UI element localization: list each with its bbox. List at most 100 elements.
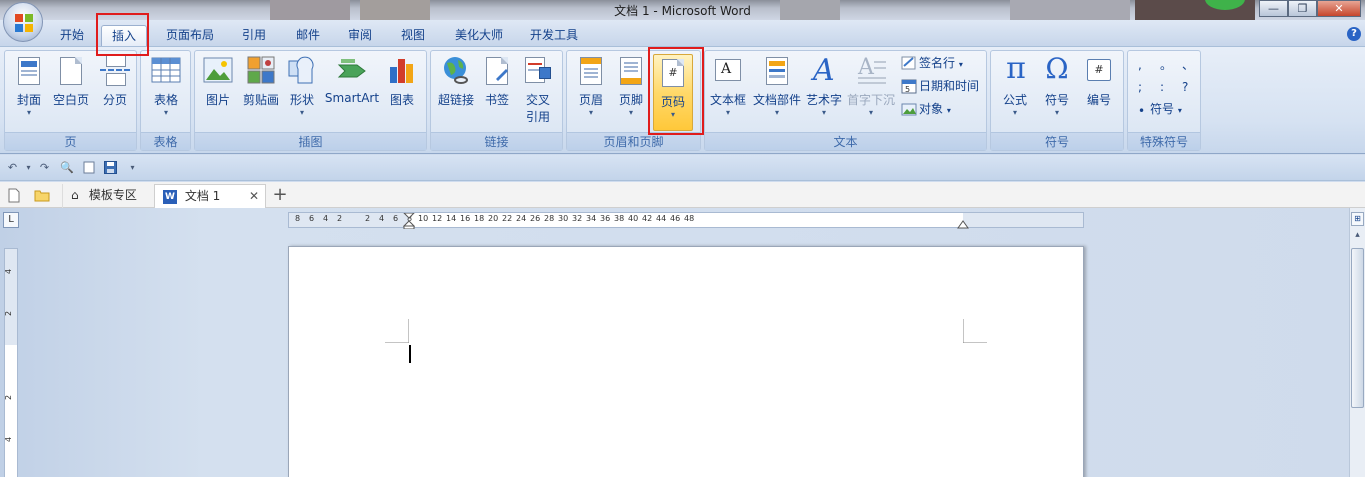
- group-page: 封面 ▾ 空白页 分页 页: [4, 50, 137, 151]
- chevron-down-icon: ▾: [628, 108, 633, 117]
- tab-references[interactable]: 引用: [234, 25, 274, 47]
- tab-view[interactable]: 视图: [393, 25, 433, 47]
- help-icon[interactable]: ?: [1347, 27, 1361, 41]
- datetime-button[interactable]: 5 日期和时间: [901, 76, 979, 96]
- scrollbar-thumb[interactable]: [1351, 248, 1364, 408]
- tab-page-layout[interactable]: 页面布局: [158, 25, 222, 47]
- chevron-down-icon[interactable]: ▾: [22, 161, 35, 174]
- tab-review[interactable]: 审阅: [340, 25, 380, 47]
- tab-insert[interactable]: 插入: [101, 25, 147, 47]
- ruler-tick-label: 44: [656, 214, 667, 223]
- object-button[interactable]: 对象 ▾: [901, 99, 951, 119]
- ruler-tick-label: 4: [379, 214, 385, 223]
- ruler-tick-label: 4: [4, 436, 14, 443]
- new-document-icon[interactable]: [82, 161, 95, 174]
- smartart-button[interactable]: SmartArt: [323, 55, 381, 105]
- restore-icon[interactable]: ❐: [1288, 0, 1317, 17]
- save-icon[interactable]: [104, 161, 117, 174]
- blank-page-icon: [56, 55, 86, 87]
- textbox-icon: A: [713, 55, 743, 87]
- clipart-button[interactable]: 剪贴画: [239, 55, 283, 108]
- office-button[interactable]: [3, 2, 43, 42]
- close-tab-icon[interactable]: ✕: [249, 185, 259, 207]
- indent-marker-icon[interactable]: [403, 213, 415, 229]
- tab-templates[interactable]: ⌂ 模板专区: [62, 184, 152, 208]
- scroll-up-icon[interactable]: ▴: [1351, 230, 1364, 244]
- ruler-toggle-icon[interactable]: ⊞: [1351, 212, 1364, 226]
- undo-icon[interactable]: ↶: [6, 161, 19, 174]
- ruler-tick-label: 24: [516, 214, 527, 223]
- numbering-icon: #: [1084, 55, 1114, 87]
- redo-icon[interactable]: ↷: [38, 161, 51, 174]
- print-preview-icon[interactable]: 🔍: [60, 161, 74, 174]
- chart-button[interactable]: 图表: [385, 55, 419, 108]
- chevron-down-icon: ▾: [958, 60, 963, 69]
- ruler-tick-label: 4: [323, 214, 329, 223]
- special-char-comma[interactable]: ,: [1138, 55, 1142, 75]
- tab-home[interactable]: 开始: [52, 25, 92, 47]
- window-title: 文档 1 - Microsoft Word: [614, 4, 751, 18]
- header-button[interactable]: 页眉 ▾: [573, 55, 609, 118]
- minimize-icon[interactable]: —: [1259, 0, 1288, 17]
- title-bar: 文档 1 - Microsoft Word — ❐ ✕: [0, 0, 1365, 20]
- new-tab-button[interactable]: +: [270, 184, 290, 208]
- page-break-button[interactable]: 分页: [97, 55, 133, 108]
- tab-beautify[interactable]: 美化大师: [447, 25, 511, 47]
- picture-button[interactable]: 图片: [201, 55, 235, 108]
- bookmark-button[interactable]: 书签: [479, 55, 515, 108]
- vertical-ruler[interactable]: 42246: [4, 248, 18, 477]
- special-char-colon[interactable]: :: [1160, 77, 1164, 97]
- group-label-special-symbols: 特殊符号: [1128, 132, 1200, 150]
- ruler-tick-label: 48: [684, 214, 695, 223]
- tab-developer[interactable]: 开发工具: [522, 25, 586, 47]
- tab-stop-selector[interactable]: L: [3, 212, 19, 228]
- ruler-tick-label: 10: [418, 214, 429, 223]
- blank-page-button[interactable]: 空白页: [51, 55, 91, 108]
- equation-button[interactable]: π 公式 ▾: [997, 51, 1033, 118]
- chevron-down-icon: ▾: [588, 108, 593, 117]
- table-button[interactable]: 表格 ▾: [148, 55, 184, 118]
- ruler-tick-label: 2: [365, 214, 371, 223]
- vertical-scrollbar[interactable]: ⊞ ▴: [1349, 208, 1365, 477]
- shapes-button[interactable]: 形状 ▾: [285, 55, 319, 118]
- ruler-tick-label: 8: [295, 214, 301, 223]
- footer-icon: [616, 55, 646, 87]
- wordart-button[interactable]: A 艺术字 ▾: [803, 53, 845, 118]
- open-folder-icon[interactable]: [34, 184, 52, 208]
- footer-button[interactable]: 页脚 ▾: [613, 55, 649, 118]
- ruler-tick-label: 36: [600, 214, 611, 223]
- hyperlink-button[interactable]: 超链接: [434, 55, 478, 108]
- group-symbols: π 公式 ▾ Ω 符号 ▾ # 编号 符号: [990, 50, 1124, 151]
- signature-line-button[interactable]: 签名行 ▾: [901, 53, 963, 73]
- picture-icon: [203, 55, 233, 87]
- special-symbol-button[interactable]: • 符号 ▾: [1138, 99, 1182, 119]
- textbox-button[interactable]: A 文本框 ▾: [707, 55, 749, 118]
- chevron-down-icon: ▾: [821, 108, 826, 117]
- quick-parts-button[interactable]: 文档部件 ▾: [751, 55, 803, 118]
- dropcap-button[interactable]: A 首字下沉 ▾: [845, 55, 897, 118]
- horizontal-ruler[interactable]: 8 6 4 2 2 4 6 8 10 12 14 16 18 20 22 24 26 28 30 32 34 36 38 40…: [288, 212, 1084, 229]
- cover-icon: [14, 55, 44, 87]
- tab-mailings[interactable]: 邮件: [288, 25, 328, 47]
- page-number-button[interactable]: # 页码 ▾: [653, 54, 693, 131]
- special-char-enum-comma[interactable]: 、: [1182, 55, 1194, 75]
- ruler-tick-label: 6: [309, 214, 315, 223]
- crop-mark-top-right: [963, 319, 987, 343]
- cross-reference-button[interactable]: 交叉 引用: [519, 55, 557, 125]
- cover-button[interactable]: 封面 ▾: [11, 55, 47, 118]
- special-char-period[interactable]: 。: [1160, 55, 1172, 75]
- group-label-table: 表格: [141, 132, 190, 150]
- new-file-icon[interactable]: [8, 184, 24, 208]
- document-page[interactable]: [288, 246, 1084, 477]
- customize-toolbar-icon[interactable]: ▾: [126, 161, 139, 174]
- numbering-button[interactable]: # 编号: [1081, 55, 1117, 108]
- ruler-tick-label: 30: [558, 214, 569, 223]
- ruler-tick-label: 26: [530, 214, 541, 223]
- right-indent-marker-icon[interactable]: [957, 219, 969, 229]
- symbol-button[interactable]: Ω 符号 ▾: [1039, 52, 1075, 118]
- special-char-semicolon[interactable]: ;: [1138, 77, 1142, 97]
- special-char-question[interactable]: ?: [1182, 77, 1188, 97]
- svg-text:5: 5: [905, 85, 910, 94]
- tab-document-1[interactable]: W 文档 1 ✕: [154, 184, 266, 208]
- close-icon[interactable]: ✕: [1317, 0, 1361, 17]
